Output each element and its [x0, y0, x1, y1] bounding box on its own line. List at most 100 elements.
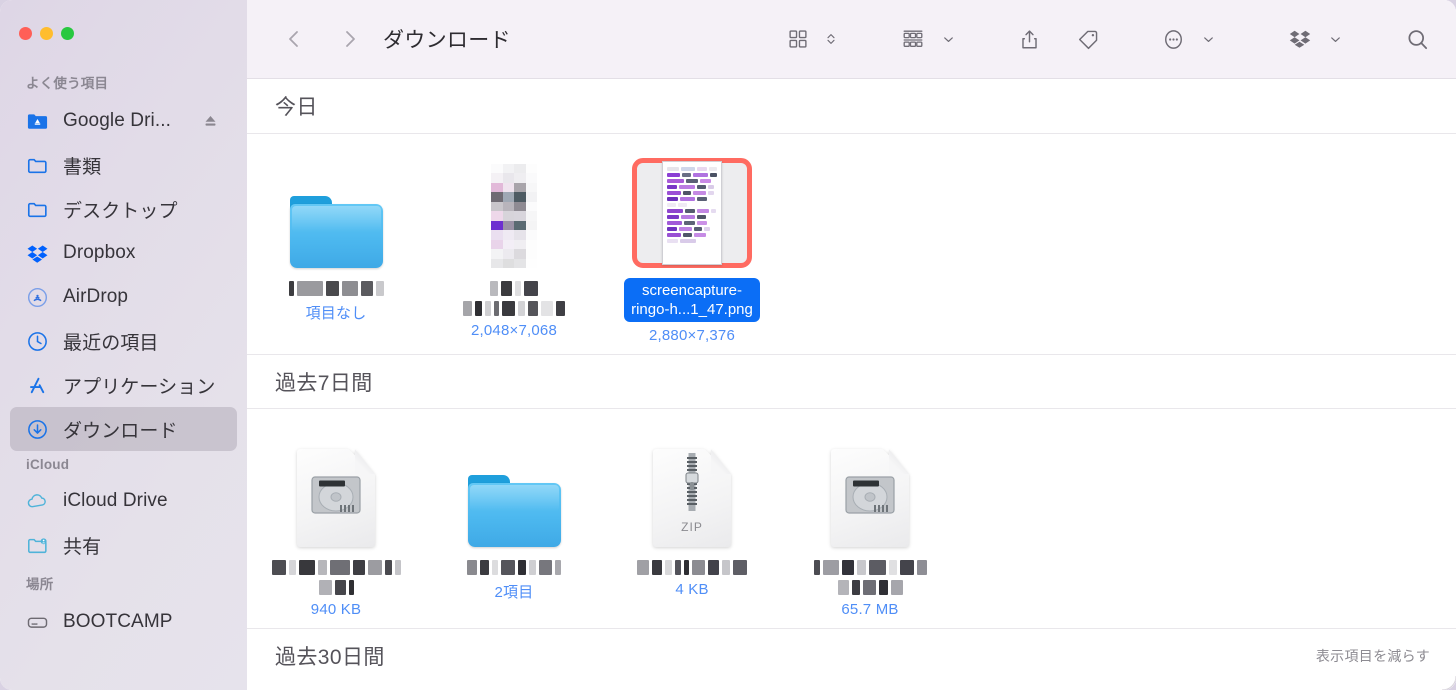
- file-thumbnail: [297, 437, 375, 547]
- sidebar-item-label: Google Dri...: [63, 110, 171, 131]
- file-meta: 項目なし: [305, 305, 367, 322]
- chevron-down-icon: [1204, 36, 1213, 42]
- file-item[interactable]: 2項目: [425, 427, 603, 618]
- zipper-glyph: [685, 453, 699, 511]
- ellipsis-circle-icon: [1165, 29, 1182, 49]
- sidebar-item-bootcamp[interactable]: BOOTCAMP: [10, 600, 237, 644]
- sidebar-item-google-drive[interactable]: Google Dri...: [10, 99, 237, 143]
- group-title: 過去7日間: [275, 371, 373, 395]
- sidebar-item-label: デスクトップ: [63, 200, 178, 222]
- sidebar-item-label: アプリケーション: [63, 376, 216, 398]
- file-thumbnail: ZIP: [653, 437, 731, 547]
- sidebar-item-label: AirDrop: [63, 286, 129, 307]
- selection-highlight-box: [632, 158, 752, 268]
- tag-button[interactable]: [1073, 19, 1104, 59]
- shared-folder-icon: [26, 534, 49, 557]
- file-name-redacted: [271, 559, 401, 576]
- dropbox-chevron[interactable]: [1324, 19, 1347, 59]
- folder-icon: [26, 198, 49, 221]
- show-less-link[interactable]: 表示項目を減らす: [1316, 646, 1430, 666]
- toolbar: ダウンロード: [247, 0, 1456, 79]
- icon-view-button[interactable]: [783, 19, 813, 59]
- share-icon: [1022, 29, 1037, 48]
- sidebar-item-label: BOOTCAMP: [63, 611, 173, 632]
- file-browser-content[interactable]: 今日 項目なし 2,048×7,068 screencapture- ringo…: [247, 79, 1456, 690]
- file-thumbnail: [632, 158, 752, 268]
- screenshot-thumbnail: [662, 161, 722, 265]
- file-name-redacted: [837, 579, 903, 596]
- page-title: ダウンロード: [383, 29, 511, 52]
- sidebar-item-label: 共有: [63, 536, 102, 558]
- view-options-stepper[interactable]: [819, 19, 843, 59]
- disk-image-icon: [297, 449, 375, 547]
- icon-grid-last-7-days: 940 KB 2項目 ZIP 4 KB 65.7 MB: [247, 409, 1456, 628]
- dropbox-button[interactable]: [1284, 19, 1316, 59]
- file-name-redacted: [467, 559, 561, 576]
- group-title: 過去30日間: [275, 646, 385, 669]
- file-thumbnail: [491, 158, 537, 268]
- sidebar-item-shared[interactable]: 共有: [10, 523, 237, 567]
- sidebar-item-downloads[interactable]: ダウンロード: [10, 407, 237, 451]
- search-button[interactable]: [1401, 19, 1434, 59]
- traffic-light-controls: [0, 0, 247, 66]
- file-item[interactable]: 65.7 MB: [781, 427, 959, 618]
- sidebar-item-applications[interactable]: アプリケーション: [10, 363, 237, 407]
- grid-view-icon: [789, 30, 807, 48]
- chevron-right-icon: [346, 31, 355, 47]
- sidebar-item-documents[interactable]: 書類: [10, 143, 237, 187]
- sidebar-item-icloud-drive[interactable]: iCloud Drive: [10, 479, 237, 523]
- sidebar-item-desktop[interactable]: デスクトップ: [10, 187, 237, 231]
- file-name-redacted: [288, 280, 384, 297]
- hard-drive-icon: [26, 611, 49, 634]
- close-button[interactable]: [19, 26, 32, 40]
- sidebar-item-airdrop[interactable]: AirDrop: [10, 275, 237, 319]
- sidebar-item-recents[interactable]: 最近の項目: [10, 319, 237, 363]
- file-name-line-2: ringo-h...1_47.png: [631, 301, 753, 318]
- cloud-icon: [26, 490, 49, 513]
- sidebar-item-label: 最近の項目: [63, 332, 159, 354]
- applications-icon: [26, 374, 49, 397]
- folder-icon: [467, 475, 561, 547]
- file-item[interactable]: ZIP 4 KB: [603, 427, 781, 618]
- folder-icon: [26, 154, 49, 177]
- file-meta: 2,880×7,376: [648, 327, 736, 344]
- group-header-today: 今日: [247, 79, 1456, 134]
- more-actions-button[interactable]: [1158, 19, 1189, 59]
- file-item[interactable]: 2,048×7,068: [425, 148, 603, 344]
- group-by-button[interactable]: [897, 19, 929, 59]
- chevron-left-icon: [289, 31, 298, 47]
- tag-icon: [1078, 30, 1098, 49]
- hard-drive-glyph: [311, 476, 361, 514]
- group-header-last-30-days: 過去30日間 表示項目を減らす: [247, 628, 1456, 683]
- sidebar-item-dropbox[interactable]: Dropbox: [10, 231, 237, 275]
- file-name-line-1: screencapture-: [641, 282, 743, 299]
- minimize-button[interactable]: [40, 26, 53, 40]
- file-meta: 2,048×7,068: [470, 322, 558, 339]
- sidebar-item-label: iCloud Drive: [63, 490, 168, 511]
- sidebar-item-label: 書類: [63, 156, 102, 178]
- file-item-selected[interactable]: screencapture- ringo-h...1_47.png 2,880×…: [603, 148, 781, 344]
- share-button[interactable]: [1014, 19, 1045, 59]
- zip-label: ZIP: [681, 520, 703, 534]
- more-actions-chevron[interactable]: [1197, 19, 1220, 59]
- file-item[interactable]: 940 KB: [247, 427, 425, 618]
- file-thumbnail: [831, 437, 909, 547]
- file-name-selected: screencapture- ringo-h...1_47.png: [624, 278, 760, 322]
- hard-drive-glyph: [845, 476, 895, 514]
- group-rows-icon: [903, 30, 923, 47]
- file-name-redacted: [813, 559, 927, 576]
- back-button[interactable]: [275, 20, 313, 58]
- airdrop-icon: [26, 286, 49, 309]
- group-by-chevron[interactable]: [937, 19, 960, 59]
- chevron-down-icon: [944, 36, 953, 42]
- forward-button[interactable]: [331, 20, 369, 58]
- group-title: 今日: [275, 96, 318, 119]
- chevron-down-icon: [1331, 36, 1340, 42]
- chevron-up-down-icon: [827, 34, 835, 44]
- file-meta: 2項目: [494, 584, 534, 601]
- file-thumbnail: [289, 158, 383, 268]
- clock-icon: [26, 330, 49, 353]
- eject-icon[interactable]: [202, 113, 219, 130]
- maximize-button[interactable]: [61, 26, 74, 40]
- file-item[interactable]: 項目なし: [247, 148, 425, 344]
